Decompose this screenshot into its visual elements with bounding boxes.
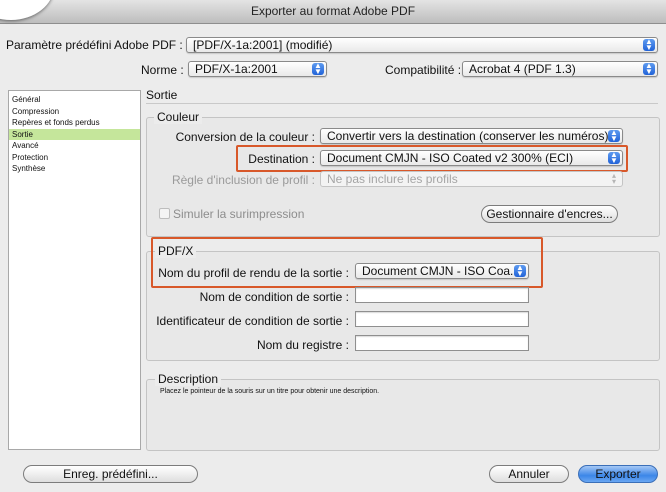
destination-select[interactable]: Document CMJN - ISO Coated v2 300% (ECI)…	[320, 150, 623, 166]
save-preset-button[interactable]: Enreg. prédéfini...	[23, 465, 198, 483]
registre-label: Nom du registre :	[256, 338, 349, 352]
rendu-profil-label: Nom du profil de rendu de la sortie :	[158, 266, 349, 280]
preset-label: Paramètre prédéfini Adobe PDF :	[6, 38, 183, 52]
cancel-button[interactable]: Annuler	[489, 465, 569, 483]
condition-input[interactable]	[355, 287, 529, 303]
preset-select[interactable]: [PDF/X-1a:2001] (modifié) ▲ ▼	[186, 37, 658, 53]
export-button[interactable]: Exporter	[578, 465, 658, 483]
gestionnaire-encres-button[interactable]: Gestionnaire d'encres...	[481, 205, 618, 223]
sidebar-item-protection[interactable]: Protection	[9, 152, 140, 164]
chevron-updown-icon: ▲ ▼	[608, 151, 620, 165]
compat-label: Compatibilité :	[385, 63, 462, 77]
chevron-updown-icon: ▲ ▼	[643, 38, 655, 52]
conversion-select-value: Convertir vers la destination (conserver…	[327, 129, 609, 143]
simuler-label: Simuler la surimpression	[173, 207, 305, 221]
couleur-legend: Couleur	[154, 110, 203, 124]
profil-inclusion-label: Règle d'inclusion de profil :	[171, 173, 315, 187]
preset-select-value: [PDF/X-1a:2001] (modifié)	[193, 38, 333, 52]
rendu-profil-value: Document CMJN - ISO Coa...	[362, 264, 521, 278]
profil-inclusion-value: Ne pas inclure les profils	[327, 172, 458, 186]
chevron-updown-icon: ▲ ▼	[514, 264, 526, 278]
window-title: Exporter au format Adobe PDF	[250, 4, 416, 18]
chevron-updown-icon: ▲ ▼	[608, 129, 620, 143]
settings-sidebar: Général Compression Repères et fonds per…	[8, 90, 141, 450]
norme-select-value: PDF/X-1a:2001	[195, 62, 278, 76]
compat-select[interactable]: Acrobat 4 (PDF 1.3) ▲ ▼	[462, 61, 658, 77]
sidebar-item-compression[interactable]: Compression	[9, 106, 140, 118]
identificateur-label: Identificateur de condition de sortie :	[156, 314, 349, 328]
sidebar-item-general[interactable]: Général	[9, 94, 140, 106]
sidebar-item-sortie[interactable]: Sortie	[9, 128, 140, 140]
condition-label: Nom de condition de sortie :	[199, 290, 349, 304]
description-legend: Description	[155, 372, 222, 386]
simuler-checkbox[interactable]	[159, 208, 170, 219]
conversion-label: Conversion de la couleur :	[175, 130, 315, 144]
sidebar-item-reperes[interactable]: Repères et fonds perdus	[9, 117, 140, 129]
identificateur-input[interactable]	[355, 311, 529, 327]
rendu-profil-select[interactable]: Document CMJN - ISO Coa... ▲ ▼	[355, 263, 529, 279]
registre-input[interactable]	[355, 335, 529, 351]
chevron-updown-icon: ▴ ▾	[611, 171, 616, 186]
section-title: Sortie	[146, 88, 178, 102]
profil-inclusion-select: Ne pas inclure les profils ▴ ▾	[320, 171, 623, 187]
description-text: Placez le pointeur de la souris sur un t…	[160, 388, 380, 395]
norme-label: Norme :	[141, 63, 184, 77]
window-titlebar[interactable]: Exporter au format Adobe PDF	[0, 0, 666, 24]
destination-label: Destination :	[248, 152, 315, 166]
sidebar-item-avance[interactable]: Avancé	[9, 140, 140, 152]
norme-select[interactable]: PDF/X-1a:2001 ▲ ▼	[188, 61, 327, 77]
destination-select-value: Document CMJN - ISO Coated v2 300% (ECI)	[327, 151, 574, 165]
chevron-updown-icon: ▲ ▼	[643, 62, 655, 76]
chevron-updown-icon: ▲ ▼	[312, 62, 324, 76]
conversion-select[interactable]: Convertir vers la destination (conserver…	[320, 128, 623, 144]
section-divider	[146, 103, 658, 104]
sidebar-item-synthese[interactable]: Synthèse	[9, 163, 140, 175]
compat-select-value: Acrobat 4 (PDF 1.3)	[469, 62, 576, 76]
